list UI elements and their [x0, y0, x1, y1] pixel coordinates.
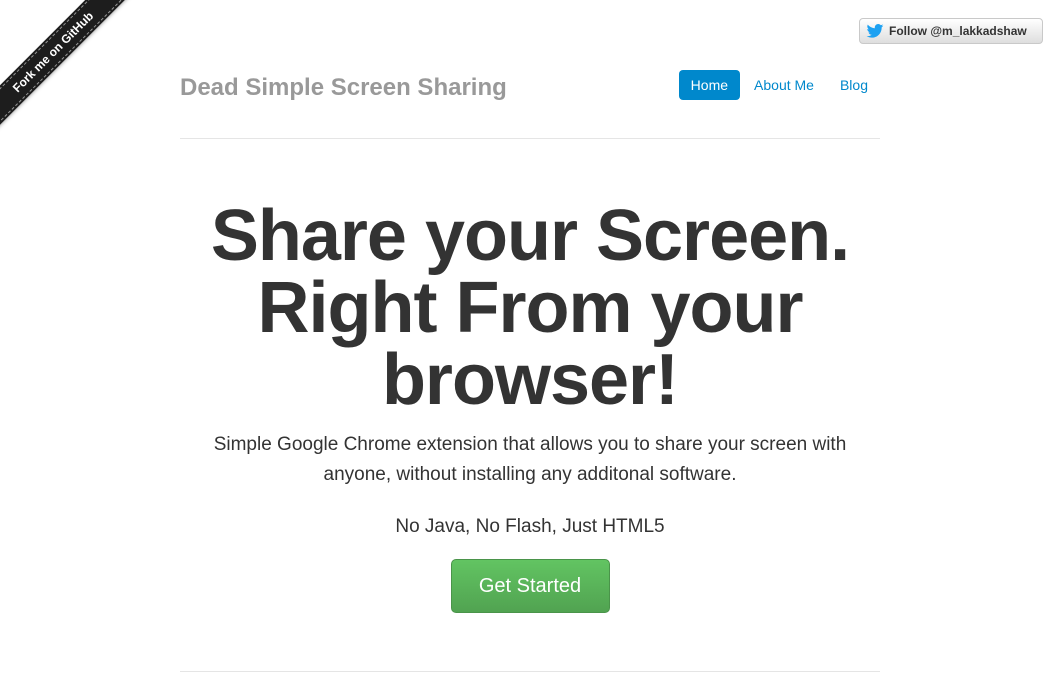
hero-headline: Share your Screen. Right From your brows…	[180, 200, 880, 416]
hero-subtext: No Java, No Flash, Just HTML5	[395, 516, 665, 537]
main-nav: Home About Me Blog	[678, 70, 880, 100]
fork-me-on-github-ribbon[interactable]: Fork me on GitHub	[0, 0, 143, 142]
section-divider	[180, 671, 880, 672]
lead-line: anyone, without installing any additonal…	[323, 464, 737, 485]
site-brand[interactable]: Dead Simple Screen Sharing	[180, 74, 507, 102]
masthead: Dead Simple Screen Sharing Home About Me…	[180, 62, 880, 139]
get-started-button[interactable]: Get Started	[450, 559, 610, 613]
twitter-bird-icon	[866, 24, 884, 38]
nav-item-blog[interactable]: Blog	[828, 70, 880, 100]
twitter-follow-label: Follow @m_lakkadshaw	[889, 24, 1027, 38]
nav-item-home[interactable]: Home	[678, 70, 741, 100]
hero-section: Share your Screen. Right From your brows…	[180, 200, 880, 613]
github-ribbon-wrapper: Fork me on GitHub	[0, 0, 150, 150]
hero-lead: Simple Google Chrome extension that allo…	[180, 430, 880, 490]
lead-line: Simple Google Chrome extension that allo…	[213, 434, 847, 455]
headline-line: Share your Screen.	[210, 196, 850, 276]
nav-item-about-me[interactable]: About Me	[742, 70, 826, 100]
twitter-follow-button[interactable]: Follow @m_lakkadshaw	[859, 18, 1043, 44]
headline-line: Right From your	[257, 268, 804, 348]
headline-line: browser!	[381, 340, 679, 420]
